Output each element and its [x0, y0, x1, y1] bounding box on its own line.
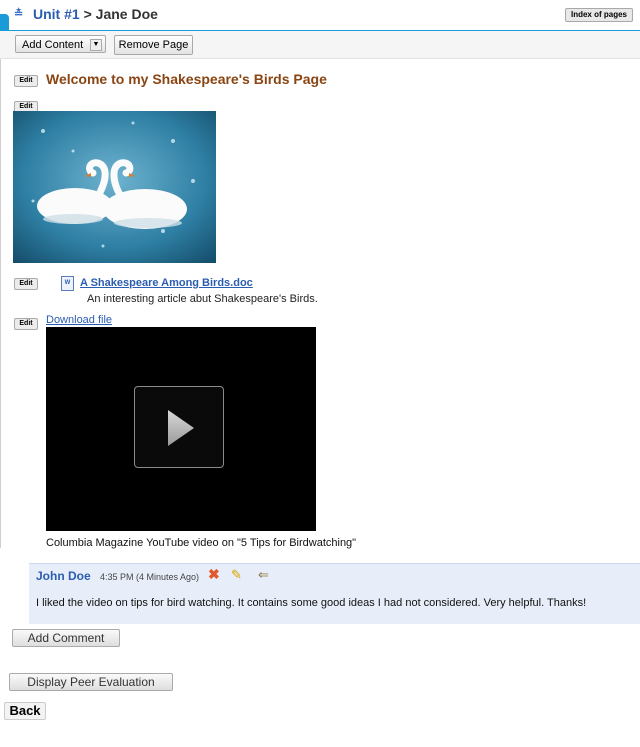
- swans-image: [13, 111, 216, 263]
- delete-icon[interactable]: ✖: [208, 566, 220, 583]
- breadcrumb-user-name: Jane Doe: [95, 6, 158, 22]
- back-button[interactable]: Back: [4, 702, 46, 720]
- left-divider: [0, 56, 1, 548]
- attachment-description: An interesting article abut Shakespeare'…: [87, 293, 318, 305]
- download-file-link[interactable]: Download file: [46, 314, 112, 326]
- page-header: ≛ Unit #1 > Jane Doe Index of pages: [0, 0, 640, 32]
- play-button[interactable]: [134, 386, 224, 468]
- comment-timestamp: 4:35 PM (4 Minutes Ago): [100, 572, 200, 582]
- edit-attachment-button[interactable]: Edit: [14, 278, 38, 290]
- index-of-pages-button[interactable]: Index of pages: [564, 8, 633, 22]
- comment-text: I liked the video on tips for bird watch…: [36, 597, 587, 609]
- video-player[interactable]: [46, 327, 316, 531]
- play-icon: [168, 410, 194, 446]
- pencil-icon[interactable]: ✎: [231, 567, 242, 583]
- toolbar: Add Content ▼ Remove Page: [0, 31, 640, 59]
- edit-video-button[interactable]: Edit: [14, 318, 38, 330]
- edit-title-button[interactable]: Edit: [14, 75, 38, 87]
- add-content-dropdown[interactable]: Add Content ▼: [15, 35, 106, 53]
- attachment-link[interactable]: A Shakespeare Among Birds.doc: [80, 277, 253, 289]
- breadcrumb-unit-link[interactable]: Unit #1: [33, 6, 80, 22]
- unit-icon: ≛: [14, 8, 24, 20]
- comment: John Doe 4:35 PM (4 Minutes Ago) ✖ ✎ ⇐ I…: [29, 563, 640, 624]
- add-content-label: Add Content: [22, 39, 84, 51]
- word-doc-icon: W: [61, 276, 74, 291]
- display-peer-evaluation-button[interactable]: Display Peer Evaluation: [9, 673, 173, 691]
- comment-author: John Doe: [36, 569, 91, 583]
- breadcrumb: Unit #1 > Jane Doe: [33, 6, 158, 22]
- page-title: Welcome to my Shakespeare's Birds Page: [46, 71, 327, 87]
- dropdown-arrow-icon: ▼: [90, 39, 102, 51]
- remove-page-button[interactable]: Remove Page: [114, 35, 193, 55]
- add-comment-button[interactable]: Add Comment: [12, 629, 120, 647]
- video-caption: Columbia Magazine YouTube video on "5 Ti…: [46, 537, 357, 549]
- breadcrumb-separator: >: [83, 6, 92, 22]
- reply-arrow-icon[interactable]: ⇐: [258, 567, 269, 583]
